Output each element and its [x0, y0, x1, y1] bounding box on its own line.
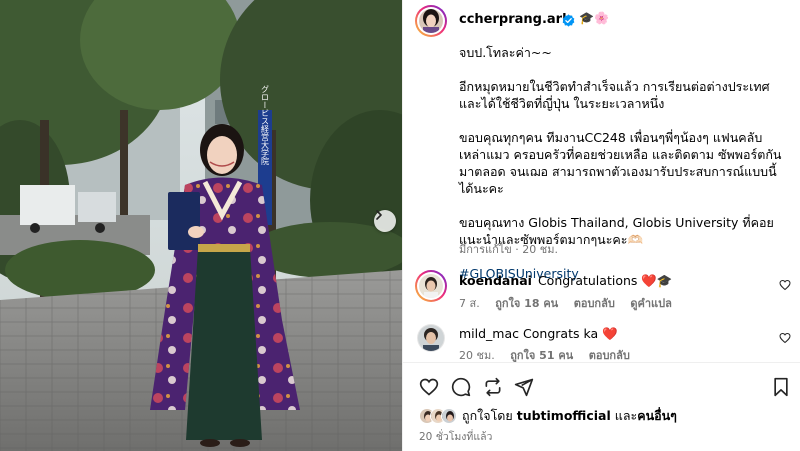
comment-likes-count[interactable]: ถูกใจ 51 คน: [510, 349, 573, 362]
next-photo-button[interactable]: [374, 210, 396, 232]
commenter-avatar[interactable]: [417, 324, 445, 352]
caption-paragraph-3: ขอบคุณทุกๆคน ทีมงานCC248 เพื่อนๆพี่ๆน้อง…: [459, 130, 782, 196]
liked-by-text: ถูกใจโดย tubtimofficial และคนอื่นๆ: [462, 406, 677, 426]
comment-username[interactable]: mild_mac: [459, 326, 519, 341]
chevron-right-icon: [376, 210, 382, 220]
comment-item: koendanai Congratulations ❤️🎓 7 ส. ถูกใจ …: [403, 270, 800, 310]
liked-by-prefix: ถูกใจโดย: [462, 408, 513, 423]
author-username[interactable]: ccherprang.ark: [459, 12, 571, 27]
comment-text: Congrats ka ❤️: [523, 326, 618, 341]
photo-scene: グロービス経営大学院: [0, 0, 402, 451]
edited-label: มีการแก้ไข · 20 ชม.: [459, 243, 558, 256]
comment-time: 20 ชม.: [459, 349, 495, 362]
reply-button[interactable]: ตอบกลับ: [574, 297, 615, 310]
comment-like-heart-icon[interactable]: [779, 279, 791, 291]
commenter-avatar-image: [419, 274, 443, 298]
post-details-panel: ccherprang.ark 🎓🌸 จบป.โทละค่า~~ อีกหมุดห…: [402, 0, 800, 451]
sign-text: グロービス経営大学院: [261, 85, 270, 166]
comment-bubble-icon[interactable]: [451, 377, 471, 397]
instagram-post: グロービス経営大学院 ccherprang.ark 🎓🌸 จบป.โทละค่า…: [0, 0, 800, 451]
liked-by-row: ถูกใจโดย tubtimofficial และคนอื่นๆ: [419, 407, 677, 425]
liker-username[interactable]: tubtimofficial: [517, 408, 611, 423]
post-actions-bar: [403, 362, 800, 402]
author-avatar[interactable]: [415, 5, 447, 37]
like-heart-icon[interactable]: [419, 377, 439, 397]
repost-icon[interactable]: [483, 377, 503, 397]
comment-like-heart-icon[interactable]: [779, 332, 791, 344]
translate-button[interactable]: ดูคำแปล: [630, 297, 672, 310]
liked-by-joiner: และ: [614, 408, 638, 423]
reply-button[interactable]: ตอบกลับ: [589, 349, 630, 362]
post-photo[interactable]: グロービス経営大学院: [0, 0, 402, 451]
comment-likes-count[interactable]: ถูกใจ 18 คน: [495, 297, 558, 310]
comment-item: mild_mac Congrats ka ❤️ 20 ชม. ถูกใจ 51 ค…: [403, 324, 800, 364]
verified-badge-icon: [562, 14, 575, 27]
comment-text: Congratulations ❤️🎓: [537, 273, 673, 288]
author-avatar-image: [419, 9, 443, 33]
liker-avatar[interactable]: [441, 408, 457, 424]
others-link[interactable]: คนอื่นๆ: [637, 408, 677, 423]
commenter-avatar-image: [418, 325, 444, 351]
commenter-avatar[interactable]: [415, 270, 447, 302]
author-emojis: 🎓🌸: [579, 11, 609, 25]
save-bookmark-icon[interactable]: [772, 377, 790, 397]
share-send-icon[interactable]: [514, 377, 534, 397]
caption-paragraph-2: อีกหมุดหมายในชีวิตทำสำเร็จแล้ว การเรียนต…: [459, 79, 770, 111]
comment-username[interactable]: koendanai: [459, 273, 532, 288]
comment-time: 7 ส.: [459, 297, 480, 310]
post-header: ccherprang.ark 🎓🌸: [403, 0, 800, 40]
post-time-ago[interactable]: 20 ชั่วโมงที่แล้ว: [419, 428, 492, 445]
caption-line-1: จบป.โทละค่า~~: [459, 45, 552, 60]
